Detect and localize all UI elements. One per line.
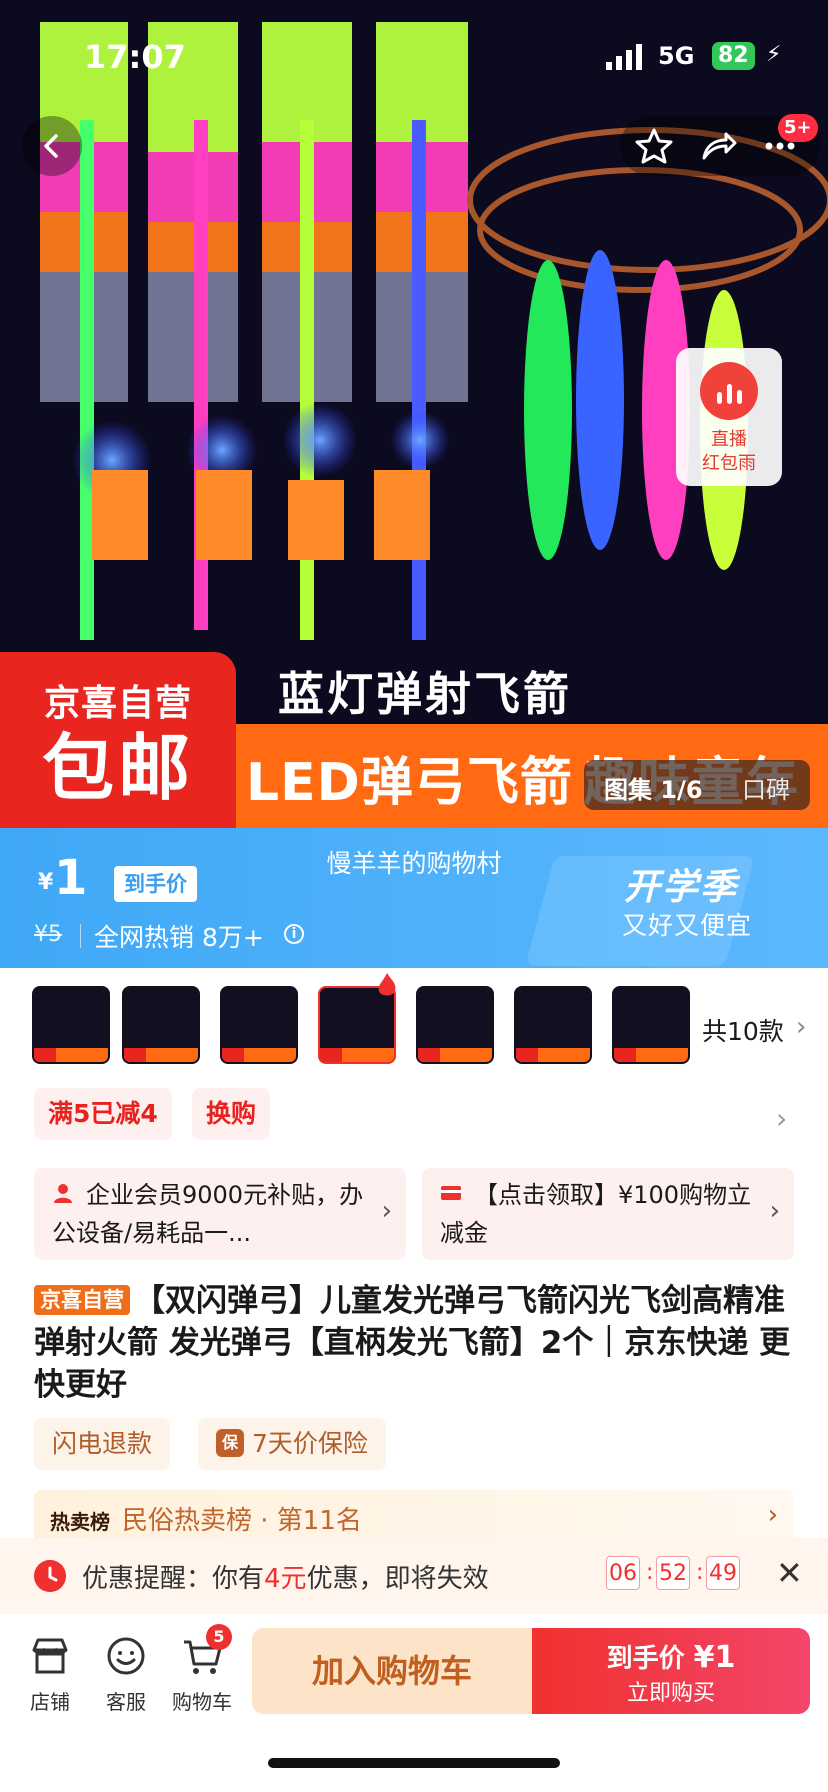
promo-card-coupon[interactable]: 【点击领取】¥100购物立减金 ›	[422, 1168, 794, 1260]
service-fast-refund[interactable]: 闪电退款	[34, 1418, 171, 1470]
chevron-right-icon[interactable]: ›	[776, 1102, 787, 1135]
status-time: 17:07	[84, 38, 186, 76]
service-label: 7天价保险	[252, 1429, 368, 1458]
countdown-hours: 06	[606, 1556, 640, 1590]
back-button[interactable]	[22, 116, 82, 176]
product-title-text: 【双闪弹弓】儿童发光弹弓飞箭闪光飞剑高精准弹射火箭 发光弹弓【直柄发光飞箭】2个…	[34, 1283, 791, 1403]
network-type: 5G	[658, 42, 695, 70]
free-shipping-label: 包邮	[41, 726, 194, 810]
buy-price-line: 到手价 ¥1	[606, 1640, 736, 1675]
add-to-cart-button[interactable]: 加入购物车	[252, 1628, 532, 1714]
variant-thumb[interactable]	[220, 986, 298, 1064]
reminder-message: 优惠提醒：你有4元优惠，即将失效	[82, 1564, 489, 1594]
buy-price: ¥1	[693, 1640, 736, 1675]
battery-level: 82	[712, 42, 755, 70]
message-badge: 5+	[778, 114, 818, 142]
variant-thumb[interactable]	[612, 986, 690, 1064]
cart-label: 购物车	[172, 1690, 232, 1714]
review-label: 口碑	[742, 776, 790, 804]
store-icon	[32, 1638, 68, 1674]
customer-service-icon	[107, 1637, 145, 1675]
live-label: 直播	[711, 429, 747, 450]
ranking-text: 民俗热卖榜 · 第11名	[122, 1506, 362, 1536]
service-label: 客服	[106, 1690, 146, 1714]
chevron-right-icon: ›	[767, 1500, 778, 1530]
service-price-protect[interactable]: 保 7天价保险	[198, 1418, 386, 1470]
signal-icon	[606, 44, 642, 70]
promo-text: 企业会员9000元补贴，办公设备/易耗品一...	[52, 1181, 364, 1247]
close-icon[interactable]: ✕	[776, 1554, 803, 1592]
charging-icon: ⚡	[766, 42, 782, 67]
service-tab[interactable]: 客服	[90, 1634, 162, 1715]
favorite-star-icon[interactable]	[634, 126, 674, 166]
season-subtitle: 又好又便宜	[622, 911, 753, 940]
variant-thumb[interactable]	[32, 986, 110, 1064]
product-title: 京喜自营 【双闪弹弓】儿童发光弹弓飞箭闪光飞剑高精准弹射火箭 发光弹弓【直柄发光飞…	[34, 1280, 798, 1406]
store-label: 店铺	[30, 1690, 70, 1714]
discount-reminder: 优惠提醒：你有4元优惠，即将失效 06 : 52 : 49 ✕	[0, 1538, 828, 1614]
home-indicator[interactable]	[268, 1758, 560, 1768]
chevron-right-icon: ›	[769, 1196, 780, 1226]
ranking-tag: 热卖榜	[50, 1510, 110, 1534]
store-banner: 京喜自营 包邮	[0, 652, 236, 828]
promo-card-member[interactable]: 企业会员9000元补贴，办公设备/易耗品一... ›	[34, 1168, 406, 1260]
product-image-gallery[interactable]: 17:07 5G 82 ⚡ 5+ 直播 红包雨 京喜自营 包邮 蓝灯弹射飞箭 L…	[0, 0, 828, 828]
store-badge: 京喜自营	[34, 1285, 130, 1315]
share-icon[interactable]	[698, 126, 738, 166]
gallery-index: 图集 1/6	[604, 776, 703, 804]
chevron-right-icon: ›	[381, 1196, 392, 1226]
buy-now-label: 立即购买	[626, 1681, 715, 1706]
original-price: ¥5	[34, 922, 62, 947]
image-banner-text: LED弹弓飞箭	[246, 753, 573, 813]
info-icon[interactable]: i	[284, 924, 304, 944]
countdown-minutes: 52	[656, 1556, 690, 1590]
divider	[80, 924, 81, 948]
clock-icon	[34, 1560, 66, 1592]
exchange-chip[interactable]: 换购	[192, 1088, 271, 1140]
shield-icon: 保	[216, 1429, 244, 1457]
season-title: 开学季	[624, 867, 739, 908]
discount-chip[interactable]: 满5已减4	[34, 1088, 172, 1140]
image-banner-title: 蓝灯弹射飞箭	[278, 667, 572, 721]
countdown-seconds: 49	[706, 1556, 740, 1590]
variant-thumb[interactable]	[122, 986, 200, 1064]
buy-now-button[interactable]: 到手价 ¥1 立即购买	[532, 1628, 810, 1714]
chevron-right-icon[interactable]: ›	[796, 1012, 806, 1042]
reminder-amount: 4元	[264, 1564, 307, 1594]
live-icon	[700, 362, 758, 420]
variant-thumb[interactable]	[514, 986, 592, 1064]
chevron-left-icon	[44, 134, 58, 158]
live-red-packet-widget[interactable]: 直播 红包雨	[676, 348, 782, 486]
gallery-counter[interactable]: 图集 1/6 口碑	[584, 760, 810, 810]
cart-count-badge: 5	[206, 1624, 232, 1650]
sales-text: 全网热销 8万+	[94, 923, 264, 952]
variant-count[interactable]: 共10款	[702, 1012, 784, 1048]
hot-flame-icon	[378, 973, 396, 996]
promo-text: 【点击领取】¥100购物立减金	[440, 1181, 752, 1247]
status-bar: 17:07 5G 82 ⚡	[0, 38, 828, 78]
store-banner-name: 京喜自营	[43, 683, 192, 724]
red-packet-label: 红包雨	[702, 453, 756, 474]
store-tab[interactable]: 店铺	[14, 1634, 86, 1715]
price-bar: ¥ 1 到手价 慢羊羊的购物村 ¥5 全网热销 8万+ i 开学季 又好又便宜	[0, 828, 828, 968]
variant-thumb[interactable]	[416, 986, 494, 1064]
variant-thumbnails: 共10款 ›	[0, 968, 828, 1074]
